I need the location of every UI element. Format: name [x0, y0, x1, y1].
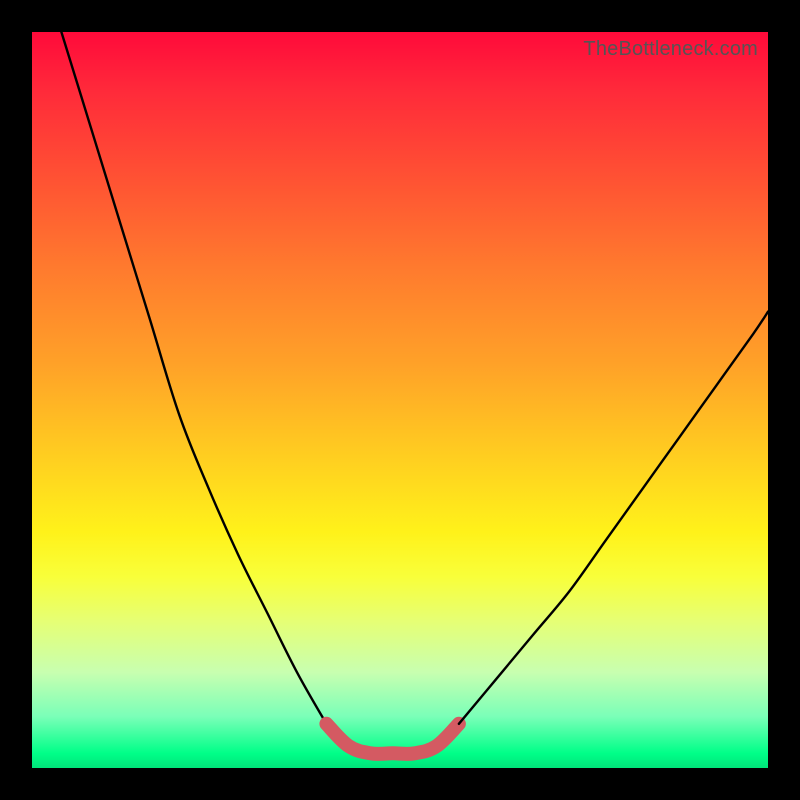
black-curve-right: [459, 312, 768, 724]
black-curve-left: [61, 32, 326, 724]
curve-layer: [32, 32, 768, 768]
chart-frame: TheBottleneck.com: [0, 0, 800, 800]
plot-area: TheBottleneck.com: [32, 32, 768, 768]
red-flat-segment: [326, 724, 459, 754]
